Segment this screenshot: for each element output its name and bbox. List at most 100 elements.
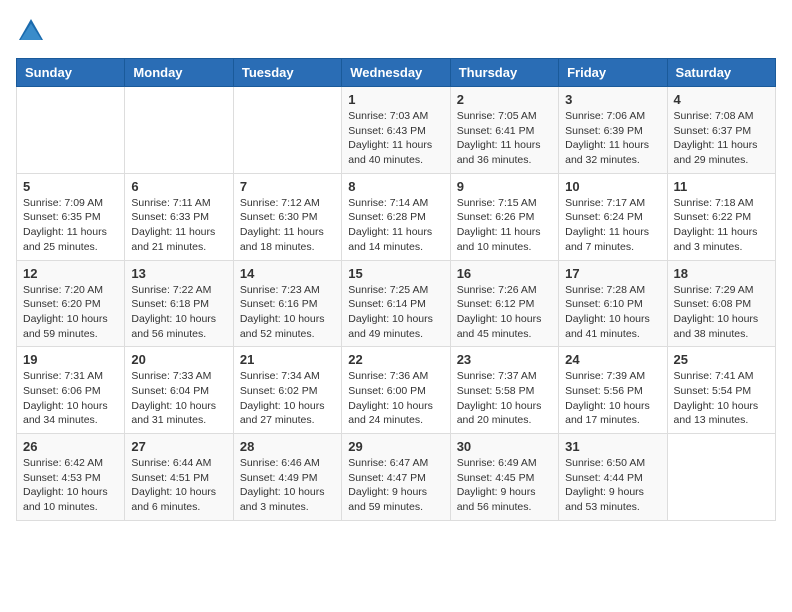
day-info: Sunrise: 6:47 AM Sunset: 4:47 PM Dayligh… — [348, 456, 443, 515]
day-number: 10 — [565, 179, 660, 194]
calendar-cell: 9Sunrise: 7:15 AM Sunset: 6:26 PM Daylig… — [450, 173, 558, 260]
calendar-cell: 5 Sunrise: 7:09 AM Sunset: 6:35 PM Daylig… — [17, 173, 125, 260]
weekday-header-row: SundayMondayTuesdayWednesdayThursdayFrid… — [17, 59, 776, 87]
calendar-cell — [125, 87, 233, 174]
weekday-header-tuesday: Tuesday — [233, 59, 341, 87]
day-number: 20 — [131, 352, 226, 367]
day-number: 18 — [674, 266, 769, 281]
day-info: Sunrise: 7:05 AM Sunset: 6:41 PM Dayligh… — [457, 109, 552, 168]
calendar-cell: 28Sunrise: 6:46 AM Sunset: 4:49 PM Dayli… — [233, 434, 341, 521]
calendar-cell: 10 Sunrise: 7:17 AM Sunset: 6:24 PM Dayli… — [559, 173, 667, 260]
day-number: 14 — [240, 266, 335, 281]
calendar-week-2: 5 Sunrise: 7:09 AM Sunset: 6:35 PM Daylig… — [17, 173, 776, 260]
day-number: 29 — [348, 439, 443, 454]
day-info: Sunrise: 7:26 AM Sunset: 6:12 PM Dayligh… — [457, 283, 552, 342]
calendar-cell: 16 Sunrise: 7:26 AM Sunset: 6:12 PM Dayli… — [450, 260, 558, 347]
weekday-header-friday: Friday — [559, 59, 667, 87]
weekday-header-monday: Monday — [125, 59, 233, 87]
calendar-cell — [233, 87, 341, 174]
logo-icon — [16, 16, 46, 46]
day-number: 15 — [348, 266, 443, 281]
day-number: 6 — [131, 179, 226, 194]
day-info: Sunrise: 7:36 AM Sunset: 6:00 PM Dayligh… — [348, 369, 443, 428]
calendar-cell: 24 Sunrise: 7:39 AM Sunset: 5:56 PM Dayli… — [559, 347, 667, 434]
day-info: Sunrise: 7:22 AM Sunset: 6:18 PM Dayligh… — [131, 283, 226, 342]
day-number: 31 — [565, 439, 660, 454]
calendar-week-1: 1 Sunrise: 7:03 AM Sunset: 6:43 PM Daylig… — [17, 87, 776, 174]
calendar-week-3: 12Sunrise: 7:20 AM Sunset: 6:20 PM Dayli… — [17, 260, 776, 347]
calendar-cell: 18 Sunrise: 7:29 AM Sunset: 6:08 PM Dayli… — [667, 260, 775, 347]
calendar-cell: 2 Sunrise: 7:05 AM Sunset: 6:41 PM Daylig… — [450, 87, 558, 174]
calendar-cell: 14 Sunrise: 7:23 AM Sunset: 6:16 PM Dayli… — [233, 260, 341, 347]
day-number: 4 — [674, 92, 769, 107]
calendar-cell: 22 Sunrise: 7:36 AM Sunset: 6:00 PM Dayli… — [342, 347, 450, 434]
calendar-cell: 25 Sunrise: 7:41 AM Sunset: 5:54 PM Dayli… — [667, 347, 775, 434]
day-info: Sunrise: 7:18 AM Sunset: 6:22 PM Dayligh… — [674, 196, 769, 255]
day-number: 24 — [565, 352, 660, 367]
weekday-header-thursday: Thursday — [450, 59, 558, 87]
day-number: 16 — [457, 266, 552, 281]
calendar-cell: 1 Sunrise: 7:03 AM Sunset: 6:43 PM Daylig… — [342, 87, 450, 174]
day-number: 21 — [240, 352, 335, 367]
calendar-cell: 17 Sunrise: 7:28 AM Sunset: 6:10 PM Dayli… — [559, 260, 667, 347]
day-info: Sunrise: 7:06 AM Sunset: 6:39 PM Dayligh… — [565, 109, 660, 168]
day-info: Sunrise: 7:08 AM Sunset: 6:37 PM Dayligh… — [674, 109, 769, 168]
day-number: 30 — [457, 439, 552, 454]
day-info: Sunrise: 6:42 AM Sunset: 4:53 PM Dayligh… — [23, 456, 118, 515]
day-info: Sunrise: 7:20 AM Sunset: 6:20 PM Dayligh… — [23, 283, 118, 342]
day-info: Sunrise: 7:29 AM Sunset: 6:08 PM Dayligh… — [674, 283, 769, 342]
calendar-cell: 4 Sunrise: 7:08 AM Sunset: 6:37 PM Daylig… — [667, 87, 775, 174]
calendar-cell: 3 Sunrise: 7:06 AM Sunset: 6:39 PM Daylig… — [559, 87, 667, 174]
day-number: 26 — [23, 439, 118, 454]
day-info: Sunrise: 7:14 AM Sunset: 6:28 PM Dayligh… — [348, 196, 443, 255]
calendar-cell: 23 Sunrise: 7:37 AM Sunset: 5:58 PM Dayli… — [450, 347, 558, 434]
calendar-cell: 20Sunrise: 7:33 AM Sunset: 6:04 PM Dayli… — [125, 347, 233, 434]
calendar-week-4: 19Sunrise: 7:31 AM Sunset: 6:06 PM Dayli… — [17, 347, 776, 434]
calendar-cell — [667, 434, 775, 521]
logo — [16, 16, 50, 46]
calendar-cell: 31Sunrise: 6:50 AM Sunset: 4:44 PM Dayli… — [559, 434, 667, 521]
weekday-header-sunday: Sunday — [17, 59, 125, 87]
day-info: Sunrise: 7:09 AM Sunset: 6:35 PM Dayligh… — [23, 196, 118, 255]
calendar-cell — [17, 87, 125, 174]
calendar-cell: 19Sunrise: 7:31 AM Sunset: 6:06 PM Dayli… — [17, 347, 125, 434]
calendar-cell: 11Sunrise: 7:18 AM Sunset: 6:22 PM Dayli… — [667, 173, 775, 260]
day-info: Sunrise: 7:31 AM Sunset: 6:06 PM Dayligh… — [23, 369, 118, 428]
day-number: 7 — [240, 179, 335, 194]
page-header — [16, 16, 776, 46]
day-info: Sunrise: 7:34 AM Sunset: 6:02 PM Dayligh… — [240, 369, 335, 428]
day-info: Sunrise: 7:28 AM Sunset: 6:10 PM Dayligh… — [565, 283, 660, 342]
day-number: 1 — [348, 92, 443, 107]
weekday-header-saturday: Saturday — [667, 59, 775, 87]
day-info: Sunrise: 7:03 AM Sunset: 6:43 PM Dayligh… — [348, 109, 443, 168]
day-number: 25 — [674, 352, 769, 367]
day-number: 2 — [457, 92, 552, 107]
calendar-table: SundayMondayTuesdayWednesdayThursdayFrid… — [16, 58, 776, 521]
day-info: Sunrise: 7:41 AM Sunset: 5:54 PM Dayligh… — [674, 369, 769, 428]
day-number: 13 — [131, 266, 226, 281]
day-info: Sunrise: 6:46 AM Sunset: 4:49 PM Dayligh… — [240, 456, 335, 515]
day-info: Sunrise: 7:37 AM Sunset: 5:58 PM Dayligh… — [457, 369, 552, 428]
day-info: Sunrise: 7:39 AM Sunset: 5:56 PM Dayligh… — [565, 369, 660, 428]
calendar-cell: 6Sunrise: 7:11 AM Sunset: 6:33 PM Daylig… — [125, 173, 233, 260]
day-number: 17 — [565, 266, 660, 281]
calendar-cell: 30 Sunrise: 6:49 AM Sunset: 4:45 PM Dayli… — [450, 434, 558, 521]
calendar-cell: 26 Sunrise: 6:42 AM Sunset: 4:53 PM Dayli… — [17, 434, 125, 521]
day-info: Sunrise: 7:17 AM Sunset: 6:24 PM Dayligh… — [565, 196, 660, 255]
day-info: Sunrise: 6:49 AM Sunset: 4:45 PM Dayligh… — [457, 456, 552, 515]
day-number: 3 — [565, 92, 660, 107]
day-number: 23 — [457, 352, 552, 367]
calendar-cell: 27Sunrise: 6:44 AM Sunset: 4:51 PM Dayli… — [125, 434, 233, 521]
day-number: 5 — [23, 179, 118, 194]
weekday-header-wednesday: Wednesday — [342, 59, 450, 87]
calendar-cell: 29 Sunrise: 6:47 AM Sunset: 4:47 PM Dayli… — [342, 434, 450, 521]
day-info: Sunrise: 7:15 AM Sunset: 6:26 PM Dayligh… — [457, 196, 552, 255]
day-info: Sunrise: 7:25 AM Sunset: 6:14 PM Dayligh… — [348, 283, 443, 342]
calendar-cell: 8Sunrise: 7:14 AM Sunset: 6:28 PM Daylig… — [342, 173, 450, 260]
day-info: Sunrise: 7:23 AM Sunset: 6:16 PM Dayligh… — [240, 283, 335, 342]
calendar-cell: 12Sunrise: 7:20 AM Sunset: 6:20 PM Dayli… — [17, 260, 125, 347]
calendar-week-5: 26 Sunrise: 6:42 AM Sunset: 4:53 PM Dayli… — [17, 434, 776, 521]
calendar-cell: 15 Sunrise: 7:25 AM Sunset: 6:14 PM Dayli… — [342, 260, 450, 347]
day-number: 27 — [131, 439, 226, 454]
day-number: 22 — [348, 352, 443, 367]
